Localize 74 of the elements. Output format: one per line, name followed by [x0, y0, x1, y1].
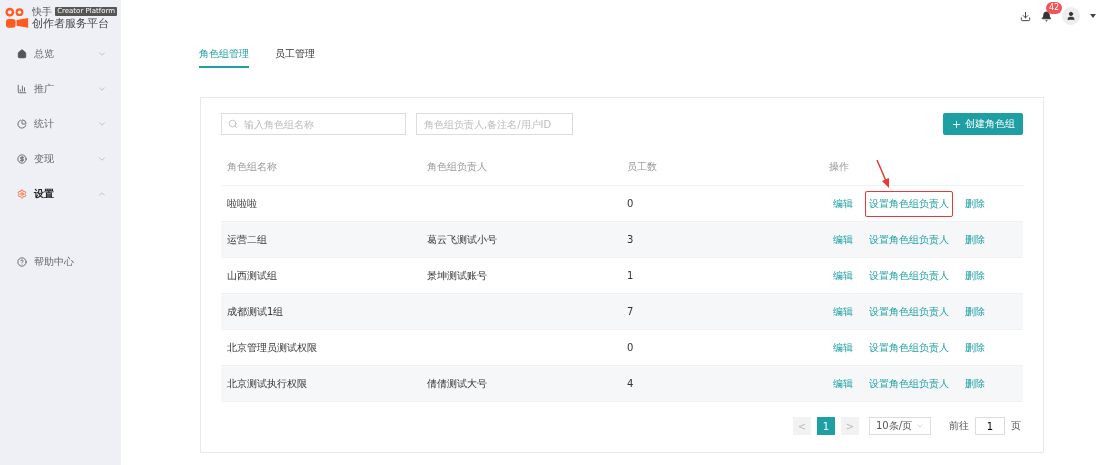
action-link[interactable]: 编辑: [829, 298, 857, 325]
action-link[interactable]: 设置角色组负责人: [865, 226, 953, 253]
previous-page-button[interactable]: <: [792, 417, 811, 435]
sidebar-item[interactable]: 推广: [0, 71, 121, 106]
coin-icon: [17, 153, 27, 164]
settings-icon: [17, 188, 27, 199]
action-link[interactable]: 编辑: [829, 226, 857, 253]
table-cell: 1: [627, 270, 634, 281]
sidebar-item[interactable]: 统计: [0, 106, 121, 141]
table-cell: 山西测试组: [227, 268, 277, 283]
action-link[interactable]: 删除: [961, 370, 989, 397]
table-cell: 北京测试执行权限: [227, 376, 307, 391]
table-cell: 成都测试1组: [227, 304, 284, 319]
page-button[interactable]: 1: [816, 417, 835, 435]
action-link[interactable]: 设置角色组负责人: [865, 298, 953, 325]
table-cell: 景坤测试账号: [427, 268, 487, 283]
help-icon: [17, 256, 27, 267]
plus-icon: [951, 118, 962, 130]
table-cell: 葛云飞测试小号: [427, 232, 497, 247]
bar-chart-icon: [17, 83, 27, 94]
table-cell: 7: [627, 306, 634, 317]
platform-title: 创作者服务平台: [32, 17, 111, 30]
sidebar-item[interactable]: 设置: [0, 176, 121, 211]
action-link[interactable]: 编辑: [829, 190, 857, 217]
sidebar-item[interactable]: 总览: [0, 36, 121, 71]
logo-icon: [4, 7, 30, 29]
tab[interactable]: 员工管理: [275, 47, 315, 68]
action-link[interactable]: 编辑: [829, 370, 857, 397]
action-link[interactable]: 设置角色组负责人: [865, 190, 953, 217]
action-link[interactable]: 删除: [961, 226, 989, 253]
next-page-button[interactable]: >: [840, 417, 859, 435]
table-cell: 倩倩测试大号: [427, 376, 487, 391]
user-avatar[interactable]: [1062, 7, 1080, 25]
action-link[interactable]: 设置角色组负责人: [865, 262, 953, 289]
table-cell: 北京管理员测试权限: [227, 340, 317, 355]
action-link[interactable]: 设置角色组负责人: [865, 370, 953, 397]
annotation-arrow: [875, 158, 891, 189]
chevron-down-icon: [916, 422, 924, 430]
sidebar-item[interactable]: 变现: [0, 141, 121, 176]
action-link[interactable]: 编辑: [829, 334, 857, 361]
page-suffix: 页: [1011, 419, 1021, 433]
action-link[interactable]: 设置角色组负责人: [865, 334, 953, 361]
table-cell: 0: [627, 342, 634, 353]
goto-label: 前往: [949, 419, 969, 433]
notification-count: 42: [1046, 1, 1063, 14]
table-cell: 3: [627, 234, 634, 245]
create-button[interactable]: 创建角色组: [943, 113, 1023, 135]
table-cell: 0: [627, 198, 634, 209]
action-link[interactable]: 删除: [961, 190, 989, 217]
action-link[interactable]: 删除: [961, 334, 989, 361]
pie-chart-icon: [17, 118, 27, 129]
table-cell: 啦啦啦: [227, 196, 257, 211]
column-header: 角色组名称: [227, 159, 277, 174]
goto-page-field[interactable]: 1: [975, 417, 1005, 435]
search-icon: [228, 119, 238, 129]
search-field[interactable]: 输入角色组名称: [221, 113, 406, 135]
column-header: 角色组负责人: [427, 159, 487, 174]
sidebar-item[interactable]: 帮助中心: [0, 244, 121, 279]
owner-field[interactable]: 角色组负责人,备注名/用户ID: [416, 113, 573, 135]
brand-name: 快手: [32, 6, 53, 17]
tab[interactable]: 角色组管理: [199, 47, 249, 68]
dropdown-caret-icon[interactable]: [1090, 14, 1096, 18]
action-link[interactable]: 删除: [961, 298, 989, 325]
action-link[interactable]: 删除: [961, 262, 989, 289]
column-header: 操作: [829, 159, 849, 174]
notification-bell-icon[interactable]: [1041, 10, 1052, 22]
download-icon[interactable]: [1020, 10, 1031, 22]
table-cell: 运营二组: [227, 232, 267, 247]
table-cell: 4: [627, 378, 634, 389]
user-icon: [1066, 11, 1076, 21]
action-link[interactable]: 编辑: [829, 262, 857, 289]
column-header: 员工数: [627, 159, 657, 174]
page-size-select[interactable]: 10条/页: [868, 417, 931, 435]
home-icon: [17, 48, 27, 59]
